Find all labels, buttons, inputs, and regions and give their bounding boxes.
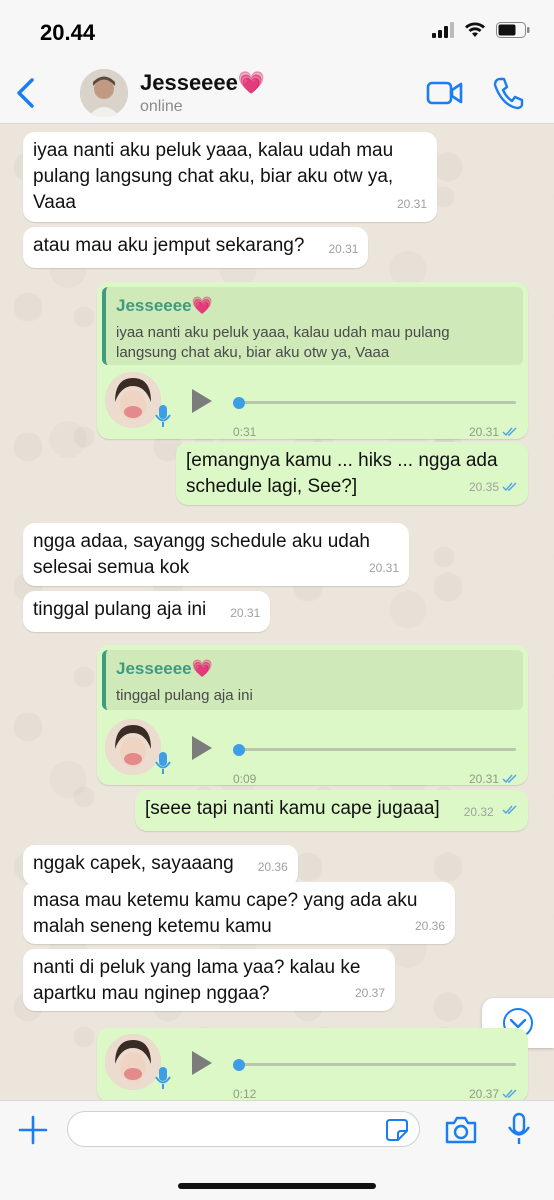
message-text: ngga adaa, sayangg schedule aku udah sel…	[33, 531, 370, 578]
battery-icon	[496, 22, 530, 38]
microphone-icon	[155, 405, 171, 427]
microphone-icon	[155, 752, 171, 774]
voice-sender-avatar	[105, 372, 161, 428]
message-incoming[interactable]: tinggal pulang aja ini 20.31	[23, 591, 271, 632]
play-icon[interactable]	[190, 1049, 214, 1077]
message-incoming[interactable]: nanti di peluk yang lama yaa? kalau ke a…	[23, 949, 395, 1011]
presence-status: online	[140, 98, 183, 115]
message-text: tinggal pulang aja ini	[33, 599, 207, 620]
message-outgoing[interactable]: [seee tapi nanti kamu cape jugaaa] 20.32	[134, 790, 528, 831]
play-icon[interactable]	[190, 734, 214, 762]
message-time: 20.31	[368, 561, 399, 575]
wifi-icon	[465, 22, 485, 37]
double-check-icon	[502, 482, 517, 492]
contact-name[interactable]: Jesseeee💗	[140, 70, 265, 96]
video-call-icon[interactable]	[426, 78, 464, 108]
voice-message-outgoing[interactable]: Jesseeee💗 iyaa nanti aku peluk yaaa, kal…	[97, 282, 528, 439]
status-time: 20.44	[40, 20, 96, 45]
home-indicator	[178, 1183, 376, 1189]
message-time-row: 20.37	[469, 1081, 518, 1100]
quoted-sender: Jesseeee💗	[116, 296, 213, 315]
chat-header: Jesseeee💗 online	[0, 62, 554, 124]
avatar[interactable]	[80, 69, 128, 117]
message-time: 20.31	[328, 242, 359, 256]
message-list[interactable]: iyaa nanti aku peluk yaaa, kalau udah ma…	[0, 125, 554, 1100]
voice-duration: 0:12	[233, 1087, 257, 1100]
message-time: 20.36	[414, 919, 445, 933]
voice-progress-track[interactable]	[237, 748, 516, 751]
message-text: atau mau aku jemput sekarang?	[33, 235, 305, 256]
message-time: 20.32	[463, 805, 494, 819]
quoted-reply[interactable]: Jesseeee💗 iyaa nanti aku peluk yaaa, kal…	[102, 287, 523, 365]
message-time: 20.31	[230, 606, 261, 620]
quoted-sender: Jesseeee💗	[116, 659, 213, 678]
quoted-text: iyaa nanti aku peluk yaaa, kalau udah ma…	[116, 324, 450, 361]
message-time: 20.35	[468, 480, 499, 494]
voice-progress-track[interactable]	[237, 1063, 516, 1066]
message-time: 20.37	[468, 1087, 499, 1100]
back-arrow-icon[interactable]	[12, 76, 42, 110]
double-check-icon	[502, 1089, 517, 1099]
message-incoming[interactable]: nggak capek, sayaaang 20.36	[23, 845, 298, 886]
message-text: iyaa nanti aku peluk yaaa, kalau udah ma…	[33, 140, 394, 213]
composer-bar	[0, 1100, 554, 1200]
voice-duration: 0:09	[233, 772, 257, 786]
play-icon[interactable]	[190, 387, 214, 415]
message-time: 20.37	[354, 986, 385, 1000]
message-time: 20.36	[257, 860, 288, 874]
double-check-icon	[502, 774, 517, 784]
double-check-icon	[502, 805, 517, 815]
message-text: nanti di peluk yang lama yaa? kalau ke a…	[33, 957, 361, 1004]
phone-icon[interactable]	[492, 76, 524, 110]
message-text: masa mau ketemu kamu cape? yang ada aku …	[33, 890, 418, 937]
message-incoming[interactable]: ngga adaa, sayangg schedule aku udah sel…	[23, 523, 409, 586]
message-incoming[interactable]: iyaa nanti aku peluk yaaa, kalau udah ma…	[23, 132, 437, 222]
message-incoming[interactable]: atau mau aku jemput sekarang? 20.31	[23, 227, 369, 268]
message-text: nggak capek, sayaaang	[33, 853, 234, 874]
status-icons	[432, 22, 530, 38]
camera-icon[interactable]	[444, 1115, 478, 1145]
voice-message-outgoing[interactable]: Jesseeee💗 tinggal pulang aja ini 0:09 20…	[97, 645, 528, 786]
signal-icon	[432, 22, 454, 38]
message-incoming[interactable]: masa mau ketemu kamu cape? yang ada aku …	[23, 882, 455, 944]
quoted-reply[interactable]: Jesseeee💗 tinggal pulang aja ini	[102, 650, 523, 710]
voice-sender-avatar	[105, 1034, 161, 1090]
message-outgoing[interactable]: [emangnya kamu ... hiks ... ngga ada sch…	[176, 442, 528, 505]
plus-icon[interactable]	[18, 1115, 48, 1145]
microphone-icon	[155, 1067, 171, 1089]
message-text: [seee tapi nanti kamu cape jugaaa]	[144, 798, 440, 819]
voice-progress-knob[interactable]	[233, 1059, 245, 1071]
message-time: 20.31	[468, 772, 499, 786]
quoted-text: tinggal pulang aja ini	[116, 687, 253, 704]
message-time: 20.31	[396, 197, 427, 211]
voice-sender-avatar	[105, 719, 161, 775]
microphone-icon[interactable]	[506, 1112, 532, 1146]
sticker-icon[interactable]	[385, 1118, 409, 1142]
status-bar: 20.44	[0, 0, 554, 62]
message-time-row: 20.31	[469, 766, 518, 792]
voice-progress-track[interactable]	[237, 401, 516, 404]
voice-message-outgoing[interactable]: 0:12 20.37	[97, 1028, 528, 1100]
message-time-row: 20.35	[469, 474, 518, 500]
voice-progress-knob[interactable]	[233, 397, 245, 409]
avatar-photo	[80, 69, 128, 117]
message-input[interactable]	[67, 1111, 420, 1147]
double-check-icon	[502, 427, 517, 437]
voice-progress-knob[interactable]	[233, 744, 245, 756]
